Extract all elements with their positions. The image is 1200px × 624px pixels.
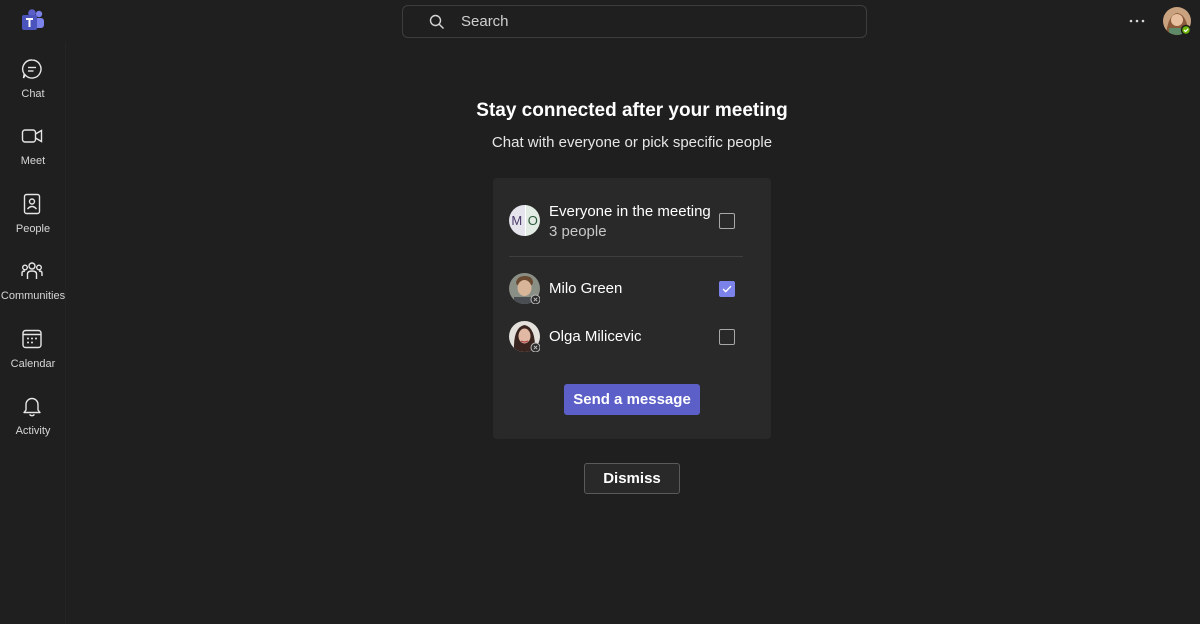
presence-available-icon <box>1180 24 1191 35</box>
communities-icon <box>21 262 43 279</box>
avatar <box>509 321 540 352</box>
search-input[interactable] <box>461 6 841 37</box>
more-options-icon[interactable] <box>1126 10 1148 32</box>
rail-label: People <box>15 223 51 235</box>
rail-item-calendar[interactable]: Calendar <box>0 328 66 388</box>
rail-label: Calendar <box>10 358 56 370</box>
top-bar <box>0 0 1200 42</box>
profile-avatar[interactable] <box>1163 7 1191 35</box>
group-initial-left: M <box>509 205 525 236</box>
app-rail: Chat Meet People Communities Calendar Ac… <box>0 42 66 624</box>
page-title: Stay connected after your meeting <box>476 100 788 121</box>
person-row-olga-milicevic[interactable]: Olga Milicevic <box>509 321 755 353</box>
rail-label: Activity <box>15 425 51 437</box>
rail-item-communities[interactable]: Communities <box>0 260 66 320</box>
group-count: 3 people <box>549 223 607 240</box>
checkmark-icon <box>722 285 732 293</box>
olga-milicevic-checkbox[interactable] <box>719 329 735 345</box>
rail-item-people[interactable]: People <box>0 193 66 253</box>
search-icon <box>429 14 444 29</box>
video-icon <box>21 129 43 143</box>
rail-label: Communities <box>0 290 66 302</box>
calendar-icon <box>22 329 42 349</box>
person-row-milo-green[interactable]: Milo Green <box>509 273 755 305</box>
everyone-checkbox[interactable] <box>719 213 735 229</box>
contacts-icon <box>23 193 41 215</box>
group-initial-right: O <box>524 205 540 236</box>
recipients-card: M O Everyone in the meeting 3 people Mil… <box>493 178 771 439</box>
rail-item-chat[interactable]: Chat <box>0 58 66 118</box>
everyone-row[interactable]: M O Everyone in the meeting 3 people <box>509 203 755 245</box>
rail-item-activity[interactable]: Activity <box>0 395 66 455</box>
milo-green-checkbox[interactable] <box>719 281 735 297</box>
rail-label: Chat <box>21 88 45 100</box>
divider <box>509 256 743 257</box>
avatar <box>509 273 540 304</box>
person-name: Milo Green <box>549 280 623 297</box>
rail-label: Meet <box>20 155 46 167</box>
group-avatar: M O <box>509 205 540 236</box>
page-subtitle: Chat with everyone or pick specific peop… <box>491 134 773 151</box>
send-message-button[interactable]: Send a message <box>564 384 700 415</box>
search-box[interactable] <box>402 5 867 38</box>
chat-icon <box>21 59 42 79</box>
person-name: Olga Milicevic <box>549 328 642 345</box>
teams-logo-icon[interactable] <box>20 8 46 34</box>
dismiss-button[interactable]: Dismiss <box>584 463 680 494</box>
rail-item-meet[interactable]: Meet <box>0 125 66 185</box>
bell-icon <box>23 397 41 417</box>
group-title: Everyone in the meeting <box>549 203 711 220</box>
